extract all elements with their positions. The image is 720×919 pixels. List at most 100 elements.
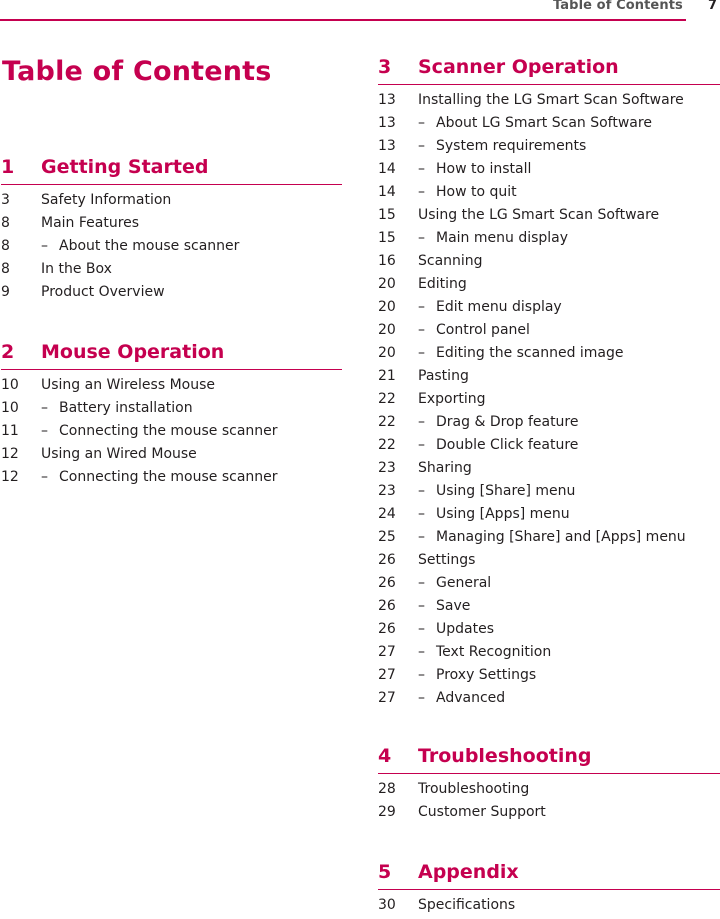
toc-subentry[interactable]: 12 – Connecting the mouse scanner [1,468,342,491]
entry-title: Safety Information [41,191,171,210]
entry-title: – General [418,574,491,593]
entry-title: Using the LG Smart Scan Software [418,206,659,225]
entry-label: System requirements [436,138,587,154]
sub-entry-dash: – [418,621,425,637]
toc-entry[interactable]: 23 Sharing [378,459,720,482]
entry-page-number: 11 [1,423,19,439]
toc-entry[interactable]: 21 Pasting [378,367,720,390]
entry-title: – Main menu display [418,229,568,248]
entry-page-number: 12 [1,469,19,485]
sub-entry-dash: – [418,506,425,522]
toc-entry[interactable]: 29 Customer Support [378,803,720,826]
sub-entry-dash: – [418,299,425,315]
toc-subentry[interactable]: 14 – How to quit [378,183,720,206]
section-number: 1 [1,156,15,178]
section-heading[interactable]: 4 Troubleshooting [378,743,720,774]
section-entries: 10 Using an Wireless Mouse 10– Battery inst… [1,376,342,491]
toc-entry[interactable]: 16 Scanning [378,252,720,275]
toc-entry[interactable]: 13 Installing the LG Smart Scan Software [378,91,720,114]
toc-entry[interactable]: 26 Settings [378,551,720,574]
entry-page-number: 22 [378,414,396,430]
entry-label: Safety Information [41,192,172,208]
toc-entry[interactable]: 12 Using an Wired Mouse [1,445,342,468]
entry-label: Sharing [418,460,472,476]
section-heading[interactable]: 1 Getting Started [1,154,342,185]
entry-label: About the mouse scanner [59,238,240,254]
entry-page-number: 9 [1,284,10,300]
toc-subentry[interactable]: 25 – Managing [Share] and [Apps] menu [378,528,720,551]
entry-label: Product Overview [41,284,165,300]
toc-subentry[interactable]: 26 – Save [378,597,720,620]
toc-subentry[interactable]: 11 – Connecting the mouse scanner [1,422,342,445]
toc-subentry[interactable]: 20 – Edit menu display [378,298,720,321]
entry-label: Using the LG Smart Scan Software [418,207,660,223]
entry-label: How to install [436,161,532,177]
entry-label: Connecting the mouse scanner [59,469,278,485]
toc-entry[interactable]: 22 Exporting [378,390,720,413]
toc-subentry[interactable]: 22 – Double Click feature [378,436,720,459]
toc-subentry[interactable]: 22 – Drag & Drop feature [378,413,720,436]
entry-title: In the Box [41,260,112,279]
section-title: Scanner Operation [418,56,619,78]
entry-page-number: 30 [378,897,396,913]
toc-subentry[interactable]: 20 – Control panel [378,321,720,344]
toc-entry[interactable]: 8 Main Features [1,214,342,237]
section-heading[interactable]: 2 Mouse Operation [1,339,342,370]
section-heading[interactable]: 3 Scanner Operation [378,54,720,85]
sub-entry-dash: – [418,483,425,499]
entry-page-number: 13 [378,138,396,154]
toc-subentry[interactable]: 26 – General [378,574,720,597]
sub-entry-dash: – [418,529,425,545]
entry-page-number: 26 [378,621,396,637]
entry-title: – Double Click feature [418,436,578,455]
section-heading[interactable]: 5 Appendix [378,859,720,890]
toc-entry[interactable]: 3 Safety Information [1,191,342,214]
toc-subentry[interactable]: 13 – About LG Smart Scan Software [378,114,720,137]
sub-entry-dash: – [418,437,425,453]
toc-entry[interactable]: 9 Product Overview [1,283,342,306]
entry-title: Installing the LG Smart Scan Software [418,91,684,110]
entry-page-number: 26 [378,552,396,568]
sub-entry-dash: – [418,138,425,154]
entry-page-number: 10 [1,377,19,393]
toc-entry[interactable]: 30 Specifications [378,896,720,919]
toc-subentry[interactable]: 26 – Updates [378,620,720,643]
toc-subentry[interactable]: 27 – Advanced [378,689,720,712]
entry-label: Text Recognition [436,644,552,660]
entry-label: Updates [436,621,494,637]
entry-title: Sharing [418,459,472,478]
toc-subentry[interactable]: 13 – System requirements [378,137,720,160]
toc-entry[interactable]: 15 Using the LG Smart Scan Software [378,206,720,229]
toc-subentry[interactable]: 8 – About the mouse scanner [1,237,342,260]
entry-page-number: 22 [378,391,396,407]
entry-page-number: 8 [1,215,10,231]
toc-section: 5 Appendix 30 Specifications [378,859,720,919]
sub-entry-dash: – [418,414,425,430]
toc-entry[interactable]: 10 Using an Wireless Mouse [1,376,342,399]
entry-label: Settings [418,552,476,568]
toc-subentry[interactable]: 24 – Using [Apps] menu [378,505,720,528]
toc-entry[interactable]: 8 In the Box [1,260,342,283]
sub-entry-dash: – [418,161,425,177]
toc-subentry[interactable]: 27 – Text Recognition [378,643,720,666]
toc-entry[interactable]: 20 Editing [378,275,720,298]
entry-label: Using [Apps] menu [436,506,570,522]
section-title: Appendix [418,861,519,883]
section-number: 4 [378,745,392,767]
toc-subentry[interactable]: 15 – Main menu display [378,229,720,252]
toc-subentry[interactable]: 10 – Battery installation [1,399,342,422]
toc-subentry[interactable]: 23 – Using [Share] menu [378,482,720,505]
entry-page-number: 22 [378,437,396,453]
sub-entry-dash: – [418,667,425,683]
toc-entry[interactable]: 28 Troubleshooting [378,780,720,803]
toc-subentry[interactable]: 20 – Editing the scanned image [378,344,720,367]
entry-label: In the Box [41,261,112,277]
toc-subentry[interactable]: 27 – Proxy Settings [378,666,720,689]
entry-page-number: 8 [1,261,10,277]
entry-page-number: 13 [378,92,396,108]
toc-subentry[interactable]: 14 – How to install [378,160,720,183]
entry-label: Managing [Share] and [Apps] menu [436,529,686,545]
entry-page-number: 20 [378,345,396,361]
entry-label: Proxy Settings [436,667,537,683]
sub-entry-dash: – [41,238,48,254]
